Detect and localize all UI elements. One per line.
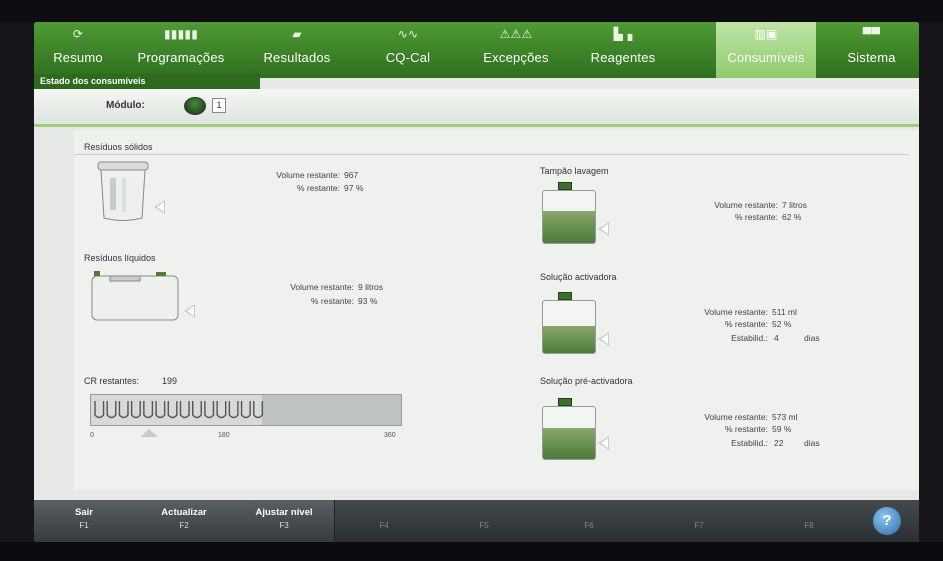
liquid-waste-pct-value: 93 % bbox=[358, 296, 378, 306]
solid-waste-volume-value: 967 bbox=[344, 170, 359, 180]
cr-tick-360: 360 bbox=[384, 432, 396, 439]
monitor-bezel-top bbox=[0, 0, 943, 22]
monitor-bezel-bottom bbox=[0, 542, 943, 561]
preactivator-stability-label: Estabilid.: bbox=[731, 438, 768, 448]
consumable-icon: ▥▣ bbox=[754, 27, 778, 41]
module-status-icon bbox=[184, 97, 206, 115]
tab-reagentes[interactable]: ▙▗ Reagentes bbox=[570, 22, 676, 78]
main-tab-bar: ⟳ Resumo ▮▮▮▮▮ Programações ▰ Resultados… bbox=[34, 22, 919, 78]
activator-pct-value: 52 % bbox=[772, 319, 792, 329]
wash-buffer-cap-icon bbox=[558, 182, 572, 190]
cr-remaining-value: 199 bbox=[162, 376, 178, 386]
activator-cap-icon bbox=[558, 292, 572, 300]
adjust-level-button[interactable]: Ajustar nível F3 bbox=[234, 500, 335, 542]
preactivator-pct-label: % restante: bbox=[725, 424, 768, 434]
activator-volume-value: 511 ml bbox=[772, 307, 797, 317]
solid-waste-pct-value: 97 % bbox=[344, 183, 364, 193]
tab-sistema[interactable]: ▀▀ Sistema bbox=[824, 22, 919, 78]
system-icon: ▀▀ bbox=[862, 27, 881, 41]
activator-title: Solução activadora bbox=[540, 272, 617, 282]
activator-stability-label: Estabilid.: bbox=[731, 333, 768, 343]
cr-rack-gauge bbox=[90, 394, 402, 426]
cr-threshold-marker bbox=[140, 429, 158, 437]
activator-level-marker bbox=[598, 332, 609, 346]
cr-remaining-label: CR restantes: bbox=[84, 376, 140, 386]
activator-stability-unit: dias bbox=[804, 333, 820, 343]
liquid-waste-tank-icon bbox=[90, 268, 180, 329]
wave-icon: ∿∿ bbox=[397, 27, 419, 41]
f7-button[interactable]: F7 bbox=[644, 500, 754, 542]
help-button[interactable]: ? bbox=[873, 507, 901, 535]
wash-buffer-bottle-icon bbox=[542, 190, 596, 244]
module-selector[interactable]: 1 bbox=[212, 98, 226, 113]
activator-pct-label: % restante: bbox=[725, 319, 768, 329]
cr-tick-180: 180 bbox=[218, 432, 230, 439]
cr-tick-0: 0 bbox=[90, 432, 94, 439]
section-divider bbox=[74, 154, 909, 155]
analyzer-screen: ⟳ Resumo ▮▮▮▮▮ Programações ▰ Resultados… bbox=[34, 22, 919, 542]
wash-buffer-pct-value: 62 % bbox=[782, 212, 802, 222]
f6-button[interactable]: F6 bbox=[534, 500, 644, 542]
solid-waste-pct-label: % restante: bbox=[297, 183, 340, 193]
reagent-icon: ▙▗ bbox=[613, 27, 633, 41]
preactivator-volume-value: 573 ml bbox=[772, 412, 798, 422]
activator-level-fill bbox=[543, 325, 595, 353]
preactivator-level-marker bbox=[598, 436, 609, 450]
preactivator-pct-value: 59 % bbox=[772, 424, 792, 434]
preactivator-bottle-icon bbox=[542, 406, 596, 460]
module-label: Módulo: bbox=[106, 100, 145, 111]
liquid-waste-pct-label: % restante: bbox=[311, 296, 354, 306]
preactivator-cap-icon bbox=[558, 398, 572, 406]
alert-icon: ⚠⚠⚠ bbox=[499, 27, 533, 41]
preactivator-stability-unit: dias bbox=[804, 438, 820, 448]
f4-button[interactable]: F4 bbox=[334, 500, 434, 542]
liquid-waste-volume-value: 9 litros bbox=[358, 282, 384, 292]
tab-consumiveis[interactable]: ▥▣ Consumíveis bbox=[716, 22, 816, 78]
refresh-button[interactable]: Actualizar F2 bbox=[134, 500, 235, 542]
f5-button[interactable]: F5 bbox=[434, 500, 534, 542]
cuvette-rack-icon bbox=[91, 395, 264, 425]
liquid-waste-title: Resíduos líquidos bbox=[84, 253, 156, 263]
preactivator-stability-value: 22 bbox=[774, 438, 784, 448]
wash-buffer-pct-label: % restante: bbox=[735, 212, 778, 222]
wash-buffer-level-fill bbox=[543, 210, 595, 243]
activator-volume-label: Volume restante: bbox=[704, 307, 768, 317]
book-icon: ▰ bbox=[292, 27, 302, 41]
preactivator-level-fill bbox=[543, 428, 595, 459]
tab-cq-cal[interactable]: ∿∿ CQ-Cal bbox=[354, 22, 462, 78]
refresh-icon: ⟳ bbox=[72, 27, 84, 41]
tab-resumo[interactable]: ⟳ Resumo bbox=[34, 22, 122, 78]
tab-excepcoes[interactable]: ⚠⚠⚠ Excepções bbox=[462, 22, 570, 78]
exit-button[interactable]: Sair F1 bbox=[34, 500, 135, 542]
solid-waste-level-marker bbox=[154, 200, 165, 214]
solid-waste-volume-label: Volume restante: bbox=[276, 170, 340, 180]
wash-buffer-title: Tampão lavagem bbox=[540, 166, 609, 176]
wash-buffer-level-marker bbox=[598, 222, 609, 236]
preactivator-title: Solução pré-activadora bbox=[540, 376, 633, 386]
function-key-bar: Sair F1 Actualizar F2 Ajustar nível F3 F… bbox=[34, 500, 919, 542]
tab-programacoes[interactable]: ▮▮▮▮▮ Programações bbox=[122, 22, 240, 78]
preactivator-volume-label: Volume restante: bbox=[704, 412, 768, 422]
breadcrumb: Estado dos consumíveis bbox=[34, 74, 260, 89]
f8-button[interactable]: F8 bbox=[754, 500, 864, 542]
tab-resultados[interactable]: ▰ Resultados bbox=[240, 22, 354, 78]
activator-bottle-icon bbox=[542, 300, 596, 354]
module-bar: Módulo: 1 bbox=[34, 89, 919, 127]
wash-buffer-volume-label: Volume restante: bbox=[714, 200, 778, 210]
liquid-waste-level-marker bbox=[184, 304, 195, 318]
liquid-waste-volume-label: Volume restante: bbox=[290, 282, 354, 292]
grid-icon: ▮▮▮▮▮ bbox=[163, 27, 199, 41]
wash-buffer-volume-value: 7 litros bbox=[782, 200, 808, 210]
solid-waste-title: Resíduos sólidos bbox=[84, 142, 153, 152]
activator-stability-value: 4 bbox=[774, 333, 779, 343]
solid-waste-bin-icon bbox=[96, 160, 150, 229]
